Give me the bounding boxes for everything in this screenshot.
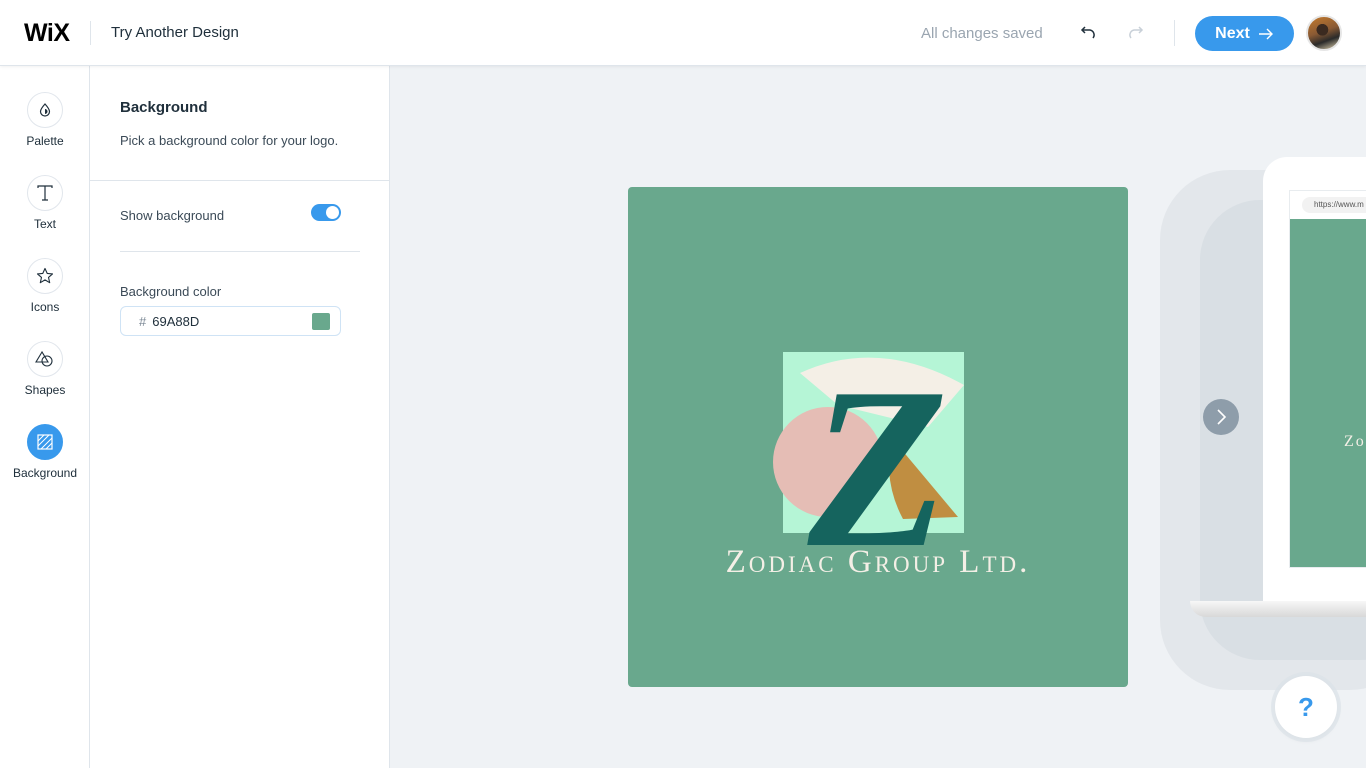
show-background-label: Show background [120, 208, 225, 223]
page-title: Try Another Design [111, 24, 239, 41]
sidebar-item-palette[interactable]: Palette [0, 92, 90, 162]
logo-brand-name: Zodiac Group Ltd. [725, 544, 1031, 580]
color-swatch[interactable] [312, 313, 330, 330]
background-panel: Background Pick a background color for y… [90, 66, 390, 768]
background-hatch-icon [37, 434, 53, 450]
help-button[interactable]: ? [1275, 676, 1337, 738]
text-button-circle [27, 175, 63, 211]
undo-button[interactable] [1077, 20, 1101, 44]
palette-drop-icon [39, 103, 51, 117]
logo-artwork: Z [773, 340, 964, 595]
top-bar: WiX Try Another Design All changes saved… [0, 0, 1366, 66]
laptop-browser: https://www.m Zo [1289, 190, 1366, 568]
logo-preview[interactable]: Z Zodiac Group Ltd. [628, 187, 1128, 687]
hash-prefix: # [139, 313, 147, 329]
tool-rail: Palette Text Icons Shapes Background [0, 66, 90, 768]
divider [90, 180, 390, 181]
palette-button-circle [27, 92, 63, 128]
text-icon [37, 185, 53, 201]
redo-button[interactable] [1123, 20, 1147, 44]
preview-brand-text: Zo [1344, 433, 1366, 450]
arrow-right-icon [1258, 28, 1273, 39]
sidebar-item-shapes[interactable]: Shapes [0, 341, 90, 411]
divider [90, 21, 91, 45]
next-label: Next [1215, 24, 1250, 42]
wix-logo[interactable]: WiX [24, 19, 70, 47]
star-icon [36, 267, 54, 284]
sidebar-item-text[interactable]: Text [0, 175, 90, 245]
hex-value[interactable]: 69A88D [152, 314, 199, 329]
show-background-toggle[interactable] [311, 204, 341, 221]
background-color-input[interactable]: # 69A88D [120, 306, 341, 336]
background-button-circle [27, 424, 63, 460]
toggle-knob [326, 206, 339, 219]
shapes-icon [35, 350, 53, 367]
sidebar-item-background[interactable]: Background [0, 424, 90, 494]
save-status: All changes saved [921, 25, 1043, 42]
sidebar-item-label: Shapes [24, 383, 66, 397]
user-avatar[interactable] [1306, 15, 1342, 51]
undo-icon [1080, 26, 1095, 39]
divider [120, 251, 360, 252]
icons-button-circle [27, 258, 63, 294]
sidebar-item-label: Text [33, 217, 56, 231]
redo-icon [1129, 26, 1144, 39]
sidebar-item-label: Palette [26, 134, 64, 148]
chevron-right-icon [1217, 409, 1227, 425]
laptop-screen-preview: Zo [1290, 219, 1366, 567]
background-color-label: Background color [120, 284, 222, 299]
divider [1174, 20, 1175, 46]
panel-description: Pick a background color for your logo. [120, 133, 339, 148]
sidebar-item-label: Background [12, 466, 78, 480]
sidebar-item-label: Icons [30, 300, 60, 314]
carousel-next-button[interactable] [1203, 399, 1239, 435]
laptop-base [1190, 601, 1366, 617]
url-bar: https://www.m [1302, 197, 1366, 213]
next-button[interactable]: Next [1195, 16, 1294, 51]
sidebar-item-icons[interactable]: Icons [0, 258, 90, 328]
panel-title: Background [120, 99, 208, 116]
shapes-button-circle [27, 341, 63, 377]
